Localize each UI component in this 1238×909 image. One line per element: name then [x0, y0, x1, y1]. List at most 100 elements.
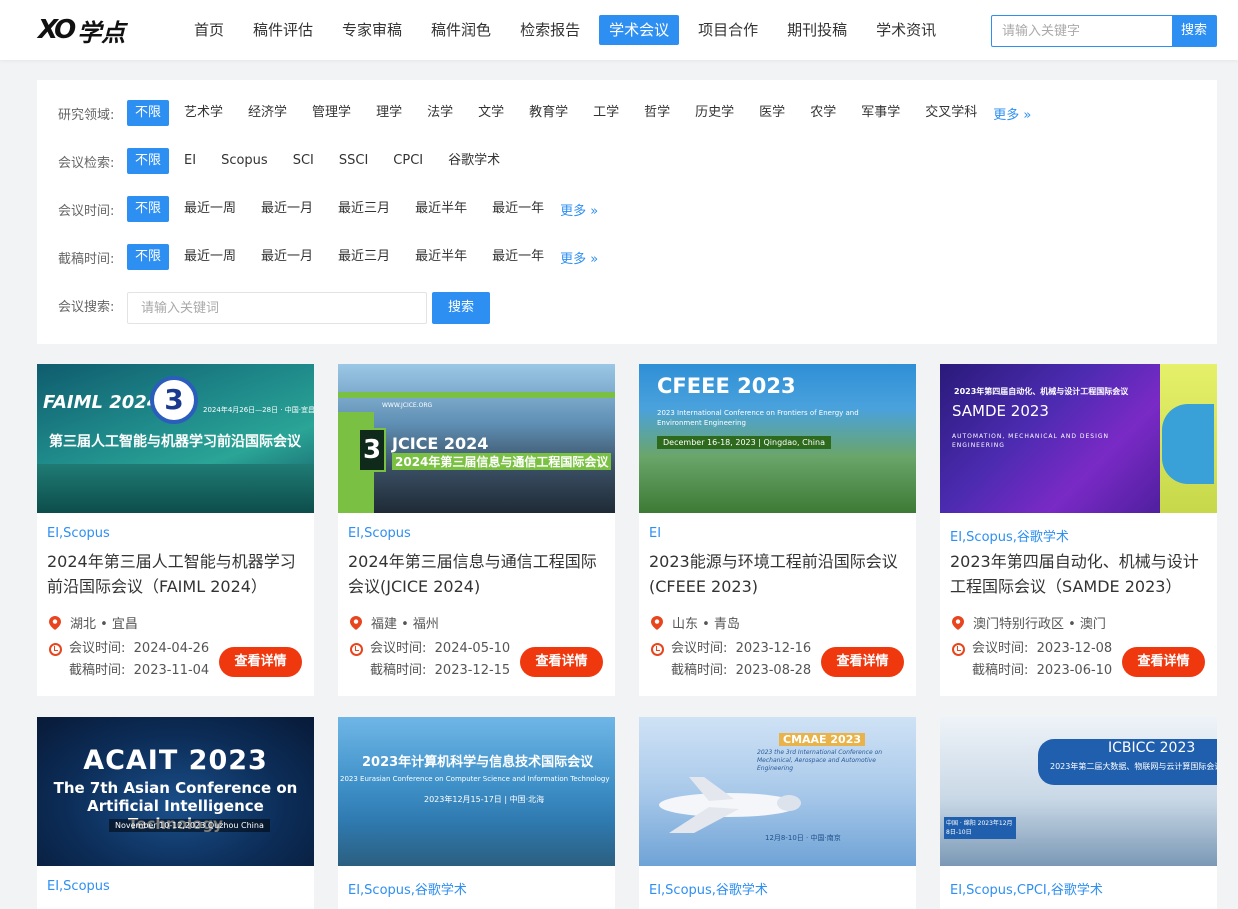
filter-option[interactable]: 最近一周	[176, 244, 244, 270]
filter-option[interactable]: 最近一年	[484, 244, 552, 270]
conf-date-label: 会议时间:	[972, 641, 1029, 656]
filter-option[interactable]: 最近三月	[330, 196, 398, 222]
filter-option[interactable]: Scopus	[213, 148, 276, 174]
filter-option[interactable]: 最近半年	[407, 244, 475, 270]
conference-card[interactable]: WWW.JCICE.ORG 3 JCICE 2024 2024年第三届信息与通信…	[338, 364, 615, 696]
deadline-label: 截稿时间:	[972, 663, 1029, 678]
conference-title[interactable]: 2023能源与环境工程前沿国际会议(CFEEE 2023)	[649, 549, 911, 599]
more-link[interactable]: 更多 »	[993, 104, 1031, 123]
nav-project-cooperation[interactable]: 项目合作	[688, 15, 768, 45]
filter-option[interactable]: 经济学	[240, 100, 295, 126]
filter-option[interactable]: 工学	[585, 100, 627, 126]
nav-expert-review[interactable]: 专家审稿	[332, 15, 412, 45]
conference-card[interactable]: 2023年第四届自动化、机械与设计工程国际会议 SAMDE 2023 AUTOM…	[940, 364, 1217, 696]
location-text: 山东 • 青岛	[672, 617, 740, 632]
filter-option[interactable]: 最近一周	[176, 196, 244, 222]
conference-banner[interactable]: CFEEE 2023 2023 International Conference…	[639, 364, 916, 513]
view-details-button[interactable]: 查看详情	[219, 647, 302, 677]
header-search-input[interactable]	[992, 16, 1172, 46]
conference-card[interactable]: 2023年计算机科学与信息技术国际会议 2023 Eurasian Confer…	[338, 717, 615, 909]
conference-banner[interactable]: ACAIT 2023 The 7th Asian Conference on A…	[37, 717, 314, 866]
filter-row-search: 会议搜索:	[58, 291, 127, 319]
conf-date: 2023-12-08	[1036, 641, 1113, 656]
view-details-button[interactable]: 查看详情	[821, 647, 904, 677]
filter-option[interactable]: 艺术学	[176, 100, 231, 126]
filter-option[interactable]: 理学	[368, 100, 410, 126]
more-label: 更多	[560, 251, 587, 267]
filter-option[interactable]: 最近一月	[253, 244, 321, 270]
filter-option[interactable]: SCI	[285, 148, 322, 174]
filter-option[interactable]: SSCI	[331, 148, 376, 174]
filter-option[interactable]: 不限	[127, 244, 170, 270]
nav-manuscript-evaluation[interactable]: 稿件评估	[243, 15, 323, 45]
conference-banner[interactable]: FAIML 2024 3 2024年4月26日—28日 · 中国·宜昌 第三届人…	[37, 364, 314, 513]
nav-journal-submission[interactable]: 期刊投稿	[777, 15, 857, 45]
filter-option[interactable]: 不限	[127, 196, 170, 222]
banner-stripe	[338, 392, 615, 398]
conference-search-button[interactable]: 搜索	[432, 292, 490, 324]
edition-badge: 3	[358, 428, 386, 472]
header-search-button[interactable]: 搜索	[1172, 16, 1216, 46]
filter-option[interactable]: 法学	[419, 100, 461, 126]
conference-card[interactable]: CMAAE 2023 2023 the 3rd International Co…	[639, 717, 916, 909]
banner-meta: November 10-12,2023 Quzhou China	[109, 819, 270, 832]
site-logo[interactable]: XO 学点	[38, 14, 126, 47]
banner-photo	[1162, 404, 1214, 484]
filter-option[interactable]: 最近三月	[330, 244, 398, 270]
location-text: 澳门特别行政区 • 澳门	[973, 617, 1106, 632]
location: 山东 • 青岛	[651, 613, 740, 632]
conference-card[interactable]: ICBICC 2023 2023年第二届大数据、物联网与云计算国际会议 中国 ·…	[940, 717, 1217, 909]
nav-academic-conference[interactable]: 学术会议	[599, 15, 680, 45]
banner-meta: 2024年4月26日—28日 · 中国·宜昌	[203, 406, 314, 414]
filter-option[interactable]: 历史学	[687, 100, 742, 126]
conference-card[interactable]: ACAIT 2023 The 7th Asian Conference on A…	[37, 717, 314, 909]
filter-option[interactable]: 不限	[127, 100, 170, 126]
filter-option[interactable]: 最近一年	[484, 196, 552, 222]
filter-option[interactable]: EI	[176, 148, 204, 174]
nav-retrieval-report[interactable]: 检索报告	[510, 15, 590, 45]
nav-home[interactable]: 首页	[184, 15, 234, 45]
deadline-date: 2023-08-28	[735, 663, 812, 678]
conf-date: 2023-12-16	[735, 641, 812, 656]
filter-option[interactable]: 交叉学科	[917, 100, 985, 126]
more-link[interactable]: 更多 »	[560, 248, 598, 267]
filter-option[interactable]: CPCI	[385, 148, 431, 174]
logo-text: 学点	[77, 18, 126, 47]
conference-card[interactable]: FAIML 2024 3 2024年4月26日—28日 · 中国·宜昌 第三届人…	[37, 364, 314, 696]
deadline-label: 截稿时间:	[370, 663, 427, 678]
conference-banner[interactable]: 2023年计算机科学与信息技术国际会议 2023 Eurasian Confer…	[338, 717, 615, 866]
filter-option[interactable]: 教育学	[521, 100, 576, 126]
filter-option[interactable]: 农学	[802, 100, 844, 126]
conf-date-line: 会议时间: 2024-04-26	[69, 639, 209, 659]
view-details-button[interactable]: 查看详情	[520, 647, 603, 677]
conference-banner[interactable]: ICBICC 2023 2023年第二届大数据、物联网与云计算国际会议 中国 ·…	[940, 717, 1217, 866]
filter-option[interactable]: 文学	[470, 100, 512, 126]
nav-polishing[interactable]: 稿件润色	[421, 15, 501, 45]
more-link[interactable]: 更多 »	[560, 200, 598, 219]
filter-option[interactable]: 管理学	[304, 100, 359, 126]
conference-title[interactable]: 2024年第三届人工智能与机器学习前沿国际会议（FAIML 2024）	[47, 549, 309, 599]
nav-academic-news[interactable]: 学术资讯	[866, 15, 946, 45]
filter-option[interactable]: 军事学	[853, 100, 908, 126]
conference-banner[interactable]: CMAAE 2023 2023 the 3rd International Co…	[639, 717, 916, 866]
banner-river	[37, 464, 314, 513]
filter-option[interactable]: 谷歌学术	[440, 148, 508, 174]
filter-option[interactable]: 医学	[751, 100, 793, 126]
conference-banner[interactable]: 2023年第四届自动化、机械与设计工程国际会议 SAMDE 2023 AUTOM…	[940, 364, 1217, 513]
conference-search-input[interactable]	[127, 292, 427, 324]
filter-option[interactable]: 最近半年	[407, 196, 475, 222]
index-tags: EI,Scopus,谷歌学术	[649, 883, 768, 898]
conference-title[interactable]: 2024年第三届信息与通信工程国际会议(JCICE 2024)	[348, 549, 610, 599]
filter-option[interactable]: 哲学	[636, 100, 678, 126]
location: 福建 • 福州	[350, 613, 439, 632]
conference-title[interactable]: 2023年第四届自动化、机械与设计工程国际会议（SAMDE 2023）	[950, 549, 1212, 599]
chevron-down-icon: »	[590, 251, 599, 267]
filter-option[interactable]: 不限	[127, 148, 170, 174]
view-details-button[interactable]: 查看详情	[1122, 647, 1205, 677]
header-search: 搜索	[991, 15, 1217, 47]
filter-row-index: 会议检索: 不限 EI Scopus SCI SSCI CPCI 谷歌学术	[58, 147, 517, 175]
conference-card[interactable]: CFEEE 2023 2023 International Conference…	[639, 364, 916, 696]
conference-banner[interactable]: WWW.JCICE.ORG 3 JCICE 2024 2024年第三届信息与通信…	[338, 364, 615, 513]
conf-date-line: 会议时间: 2023-12-08	[972, 639, 1112, 659]
filter-option[interactable]: 最近一月	[253, 196, 321, 222]
